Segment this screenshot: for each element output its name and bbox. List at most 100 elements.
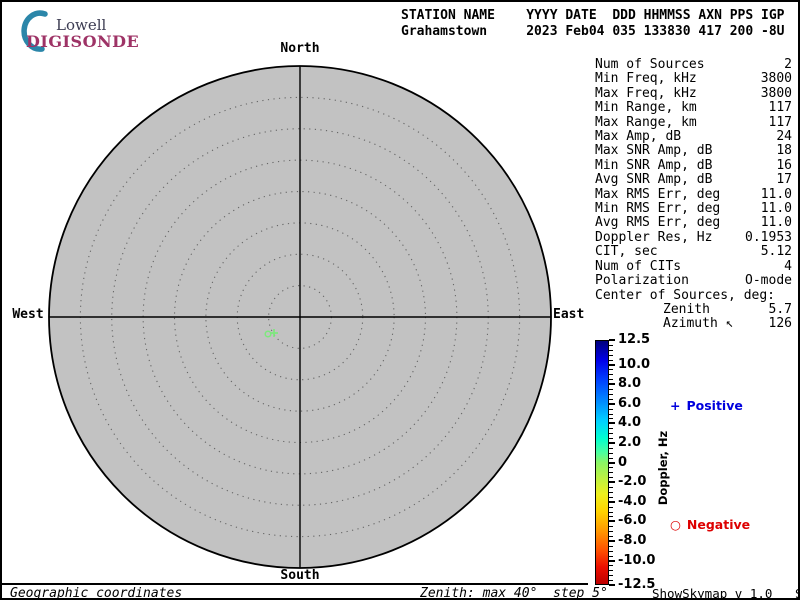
stat-row: Min SNR Amp, dB 16 xyxy=(595,157,792,173)
colorbar-minor-tick xyxy=(609,575,613,577)
stat-row: Num of Sources 2 xyxy=(595,57,792,72)
colorbar-tick-label: 2.0 xyxy=(618,435,642,451)
stat-label: Center of Sources, deg: xyxy=(595,287,776,303)
stat-row: Max RMS Err, deg 11.0 xyxy=(595,186,792,202)
stat-label: Min SNR Amp, dB xyxy=(595,157,713,173)
colorbar-minor-tick xyxy=(609,516,613,518)
stat-row: Azimuth ↖ 126 xyxy=(595,316,792,332)
stat-value: 11.0 xyxy=(760,215,792,231)
stat-label: Min Freq, kHz xyxy=(595,71,697,87)
colorbar-minor-tick xyxy=(609,433,613,435)
colorbar-minor-tick xyxy=(609,369,613,371)
colorbar-minor-tick xyxy=(609,457,613,459)
compass-south-label: South xyxy=(280,568,320,583)
colorbar-minor-tick xyxy=(609,526,613,528)
colorbar-tick-label: 0 xyxy=(618,454,628,470)
stat-row: Doppler Res, Hz 0.1953 xyxy=(595,229,792,245)
zenith-range-note: Zenith: max 40° step 5° xyxy=(420,586,608,600)
colorbar-minor-tick xyxy=(609,393,613,395)
stat-value: 5.7 xyxy=(768,301,792,317)
colorbar-minor-tick xyxy=(609,359,613,361)
stat-label: Min RMS Err, deg xyxy=(595,201,721,217)
colorbar-minor-tick xyxy=(609,452,613,454)
stat-label: Azimuth ↖ xyxy=(663,316,734,332)
stat-value: 16 xyxy=(776,157,792,173)
stat-label: Polarization xyxy=(595,273,689,289)
stat-row: Num of CITs 4 xyxy=(595,258,792,274)
stat-row: Max Freq, kHz 3800 xyxy=(595,85,792,101)
colorbar-minor-tick xyxy=(609,389,613,390)
colorbar-tick-label: 12.5 xyxy=(618,332,651,348)
colorbar-minor-tick xyxy=(609,398,613,400)
stat-row: Polarization O-mode xyxy=(595,273,792,289)
colorbar-minor-tick xyxy=(609,408,613,410)
stat-value: 4 xyxy=(784,258,792,274)
colorbar-tick-label: 4.0 xyxy=(618,415,642,431)
stat-value: 5.12 xyxy=(760,244,792,260)
stat-label: Max SNR Amp, dB xyxy=(595,143,713,159)
colorbar-major-tick xyxy=(609,584,615,586)
stat-label: Avg SNR Amp, dB xyxy=(595,172,713,188)
stat-row: Max Range, km 117 xyxy=(595,114,792,130)
stat-value: 18 xyxy=(776,143,792,159)
colorbar-minor-tick xyxy=(609,472,613,474)
stat-value: 3800 xyxy=(760,71,792,87)
version-note: ShowSkymap v 1.0 SD v 5.1 xyxy=(652,586,798,600)
colorbar-major-tick xyxy=(609,461,615,464)
stat-label: Max Amp, dB xyxy=(595,129,682,145)
stat-label: Zenith xyxy=(663,301,710,317)
colorbar-major-tick xyxy=(609,500,615,503)
colorbar-minor-tick xyxy=(609,496,613,498)
colorbar-tick-label: -10.0 xyxy=(618,552,656,568)
colorbar-minor-tick xyxy=(609,550,613,552)
colorbar-minor-tick xyxy=(609,428,613,430)
doppler-colorbar xyxy=(595,340,609,585)
colorbar-minor-tick xyxy=(609,354,613,356)
circle-marker-icon: ○ xyxy=(670,517,681,532)
colorbar-major-tick xyxy=(609,559,615,562)
colorbar-minor-tick xyxy=(609,447,613,449)
compass-north-label: North xyxy=(280,41,320,56)
colorbar-major-tick xyxy=(609,481,615,484)
legend-negative: ○ Negative xyxy=(670,517,750,532)
colorbar-major-tick xyxy=(609,402,615,405)
stat-value: 126 xyxy=(768,316,792,332)
skymap-plot xyxy=(48,65,552,569)
stat-row: Min RMS Err, deg 11.0 xyxy=(595,201,792,217)
stat-label: Doppler Res, Hz xyxy=(595,229,713,245)
coordinates-note: Geographic coordinates xyxy=(10,586,183,600)
stat-label: Max Freq, kHz xyxy=(595,85,697,101)
compass-west-label: West xyxy=(12,307,44,322)
stat-row: Center of Sources, deg: xyxy=(595,287,792,303)
stats-panel: Num of Sources 2 Min Freq, kHz 3800 Max Freq… xyxy=(595,57,792,332)
stat-row: CIT, sec 5.12 xyxy=(595,244,792,260)
colorbar-minor-tick xyxy=(609,580,613,582)
colorbar-minor-tick xyxy=(609,511,613,513)
colorbar-minor-tick xyxy=(609,545,613,547)
colorbar-tick-label: 8.0 xyxy=(618,376,642,392)
stat-label: Max RMS Err, deg xyxy=(595,186,721,202)
colorbar-minor-tick xyxy=(609,467,613,469)
colorbar-minor-tick xyxy=(609,413,613,415)
stat-row: Max Amp, dB 24 xyxy=(595,129,792,145)
stat-value: 2 xyxy=(784,57,792,72)
stat-row: Avg RMS Err, deg 11.0 xyxy=(595,215,792,231)
stat-value: 11.0 xyxy=(760,186,792,202)
colorbar-minor-tick xyxy=(609,536,613,537)
stat-label: Min Range, km xyxy=(595,100,697,116)
colorbar-minor-tick xyxy=(609,487,613,488)
colorbar-axis-label: Doppler, Hz xyxy=(656,430,670,506)
stat-value: 117 xyxy=(768,100,792,116)
colorbar-major-tick xyxy=(609,339,615,341)
colorbar-minor-tick xyxy=(609,349,613,351)
legend-positive-label: Positive xyxy=(686,398,743,413)
stat-value: 11.0 xyxy=(760,201,792,217)
colorbar-minor-tick xyxy=(609,531,613,533)
colorbar-tick-label: -8.0 xyxy=(618,533,647,549)
colorbar-minor-tick xyxy=(609,374,613,376)
colorbar-tick-label: 6.0 xyxy=(618,395,642,411)
colorbar-minor-tick xyxy=(609,418,613,420)
stat-row: Zenith 5.7 xyxy=(595,301,792,317)
stat-value: 117 xyxy=(768,114,792,130)
colorbar-tick-label: 10.0 xyxy=(618,356,651,372)
